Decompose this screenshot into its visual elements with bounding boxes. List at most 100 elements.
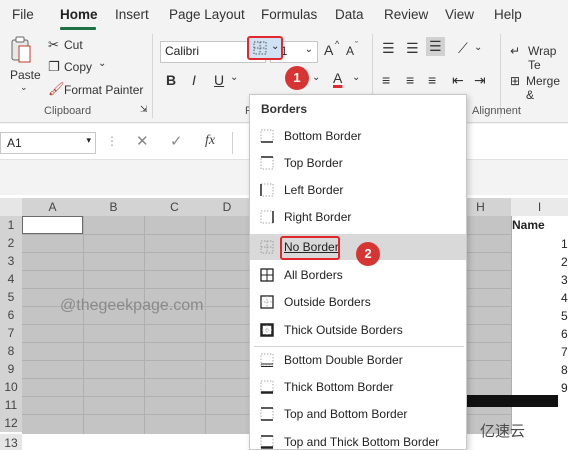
cell-value[interactable]: 9 [561,381,568,395]
row-header[interactable]: 9 [0,360,22,378]
cut-icon: ✂ [48,37,59,52]
menu-item-left-border[interactable]: Left Border [250,177,466,203]
row-header[interactable]: 4 [0,270,22,288]
formula-input[interactable] [232,132,249,154]
gridline [144,216,145,434]
cell-value[interactable]: 1 [561,237,568,251]
name-box[interactable]: A1 ▾ [0,132,96,154]
row-header[interactable]: 1 [0,216,22,234]
align-top-icon[interactable]: ☰ [382,40,395,57]
cell-value[interactable]: 8 [561,363,568,377]
menu-item-top-and-bottom-border[interactable]: Top and Bottom Border [250,401,466,427]
cell-value[interactable]: 7 [561,345,568,359]
enter-icon[interactable]: ✓ [170,132,183,150]
align-middle-icon[interactable]: ☰ [406,40,419,57]
clipboard-launcher-icon[interactable]: ⇲ [140,104,148,115]
format-painter-icon: 🖌 [48,81,65,96]
name-box-chevron-icon[interactable]: ▾ [86,135,91,146]
no-border-icon [260,240,274,254]
increase-indent-icon[interactable]: ⇥ [474,72,486,89]
orientation-icon[interactable]: ⟋ [458,40,468,57]
fill-chevron-icon[interactable]: ⌄ [312,72,320,83]
borders-button[interactable]: ⌄ [247,36,283,60]
paste-button[interactable]: Paste [10,68,41,82]
row-header[interactable]: 11 [0,396,22,414]
bold-button[interactable]: B [166,72,176,88]
insert-function-icon[interactable]: fx [205,133,215,149]
decrease-indent-icon[interactable]: ⇤ [452,72,464,89]
tab-file[interactable]: File [12,7,34,22]
tab-formulas[interactable]: Formulas [261,7,317,22]
menu-item-top-and-thick-bottom-border[interactable]: Top and Thick Bottom Border [250,429,466,450]
font-color-icon[interactable]: A [333,70,342,86]
outside-borders-icon [260,295,274,309]
select-all-corner[interactable] [0,198,22,216]
underline-chevron-icon[interactable]: ⌄ [230,72,238,83]
column-header-d[interactable]: D [205,198,249,216]
column-header-c[interactable]: C [144,198,205,216]
menu-item-label: Thick Bottom Border [284,380,394,394]
cell-value[interactable]: 5 [561,309,568,323]
row-header[interactable]: 6 [0,306,22,324]
menu-item-thick-bottom-border[interactable]: Thick Bottom Border [250,374,466,400]
align-left-icon[interactable]: ≡ [382,72,390,88]
align-center-icon[interactable]: ≡ [406,72,414,88]
align-bottom-icon[interactable]: ☰ [426,37,445,56]
menu-item-bottom-double-border[interactable]: Bottom Double Border [250,347,466,373]
menu-item-outside-borders[interactable]: Outside Borders [250,289,466,315]
borders-chevron-icon[interactable]: ⌄ [271,41,279,52]
row-header[interactable]: 10 [0,378,22,396]
paste-chevron-icon[interactable]: ⌄ [20,82,28,93]
orientation-chevron-icon[interactable]: ⌄ [474,42,482,53]
font-color-chevron-icon[interactable]: ⌄ [352,72,360,83]
align-right-icon[interactable]: ≡ [428,72,436,88]
menu-item-top-border[interactable]: Top Border [250,150,466,176]
tab-insert[interactable]: Insert [115,7,149,22]
column-header-i[interactable]: I [511,198,568,216]
merge-icon: ⊞ [510,74,521,88]
tab-page-layout[interactable]: Page Layout [169,7,245,22]
underline-button[interactable]: U [214,72,224,88]
row-header[interactable]: 3 [0,252,22,270]
row-header[interactable]: 7 [0,324,22,342]
column-header-b[interactable]: B [83,198,144,216]
cell-value[interactable]: 3 [561,273,568,287]
row-header[interactable]: 12 [0,414,22,432]
row-header[interactable]: 8 [0,342,22,360]
highlight-box [280,236,340,260]
tab-home[interactable]: Home [60,7,98,22]
gridline [83,216,84,434]
italic-button[interactable]: I [192,72,196,88]
copy-chevron-icon[interactable]: ⌄ [98,58,106,69]
row-header[interactable]: 5 [0,288,22,306]
cut-button[interactable]: Cut [64,38,83,52]
cancel-icon[interactable]: ✕ [136,132,149,150]
cell-a1[interactable] [22,216,83,234]
tab-view[interactable]: View [445,7,474,22]
menu-item-all-borders[interactable]: All Borders [250,262,466,288]
tab-data[interactable]: Data [335,7,364,22]
tab-review[interactable]: Review [384,7,428,22]
cell-i1-header[interactable]: Name [512,218,545,232]
column-header-a[interactable]: A [22,198,83,216]
cell-value[interactable]: 6 [561,327,568,341]
menu-item-label: Right Border [284,210,352,224]
menu-item-right-border[interactable]: Right Border [250,204,466,230]
row-header[interactable]: 2 [0,234,22,252]
shrink-font-icon[interactable]: A [346,44,354,58]
font-size-chevron-icon[interactable]: ⌄ [305,44,313,55]
merge-button[interactable]: Merge & [526,74,568,102]
menu-item-bottom-border[interactable]: Bottom Border [250,123,466,149]
menu-item-thick-outside-borders[interactable]: Thick Outside Borders [250,317,466,343]
thick-bottom-border-icon [260,380,274,394]
cell-value[interactable]: 2 [561,255,568,269]
cell-value[interactable]: 4 [561,291,568,305]
grow-font-icon[interactable]: A [324,42,333,58]
paste-icon[interactable] [10,36,32,66]
format-painter-button[interactable]: Format Painter [64,83,143,97]
row-header[interactable]: 13 [0,434,22,450]
copy-button[interactable]: Copy [64,60,92,74]
tab-help[interactable]: Help [494,7,522,22]
wrap-text-button[interactable]: Wrap Te [528,44,568,72]
font-name-value: Calibri [165,44,200,58]
